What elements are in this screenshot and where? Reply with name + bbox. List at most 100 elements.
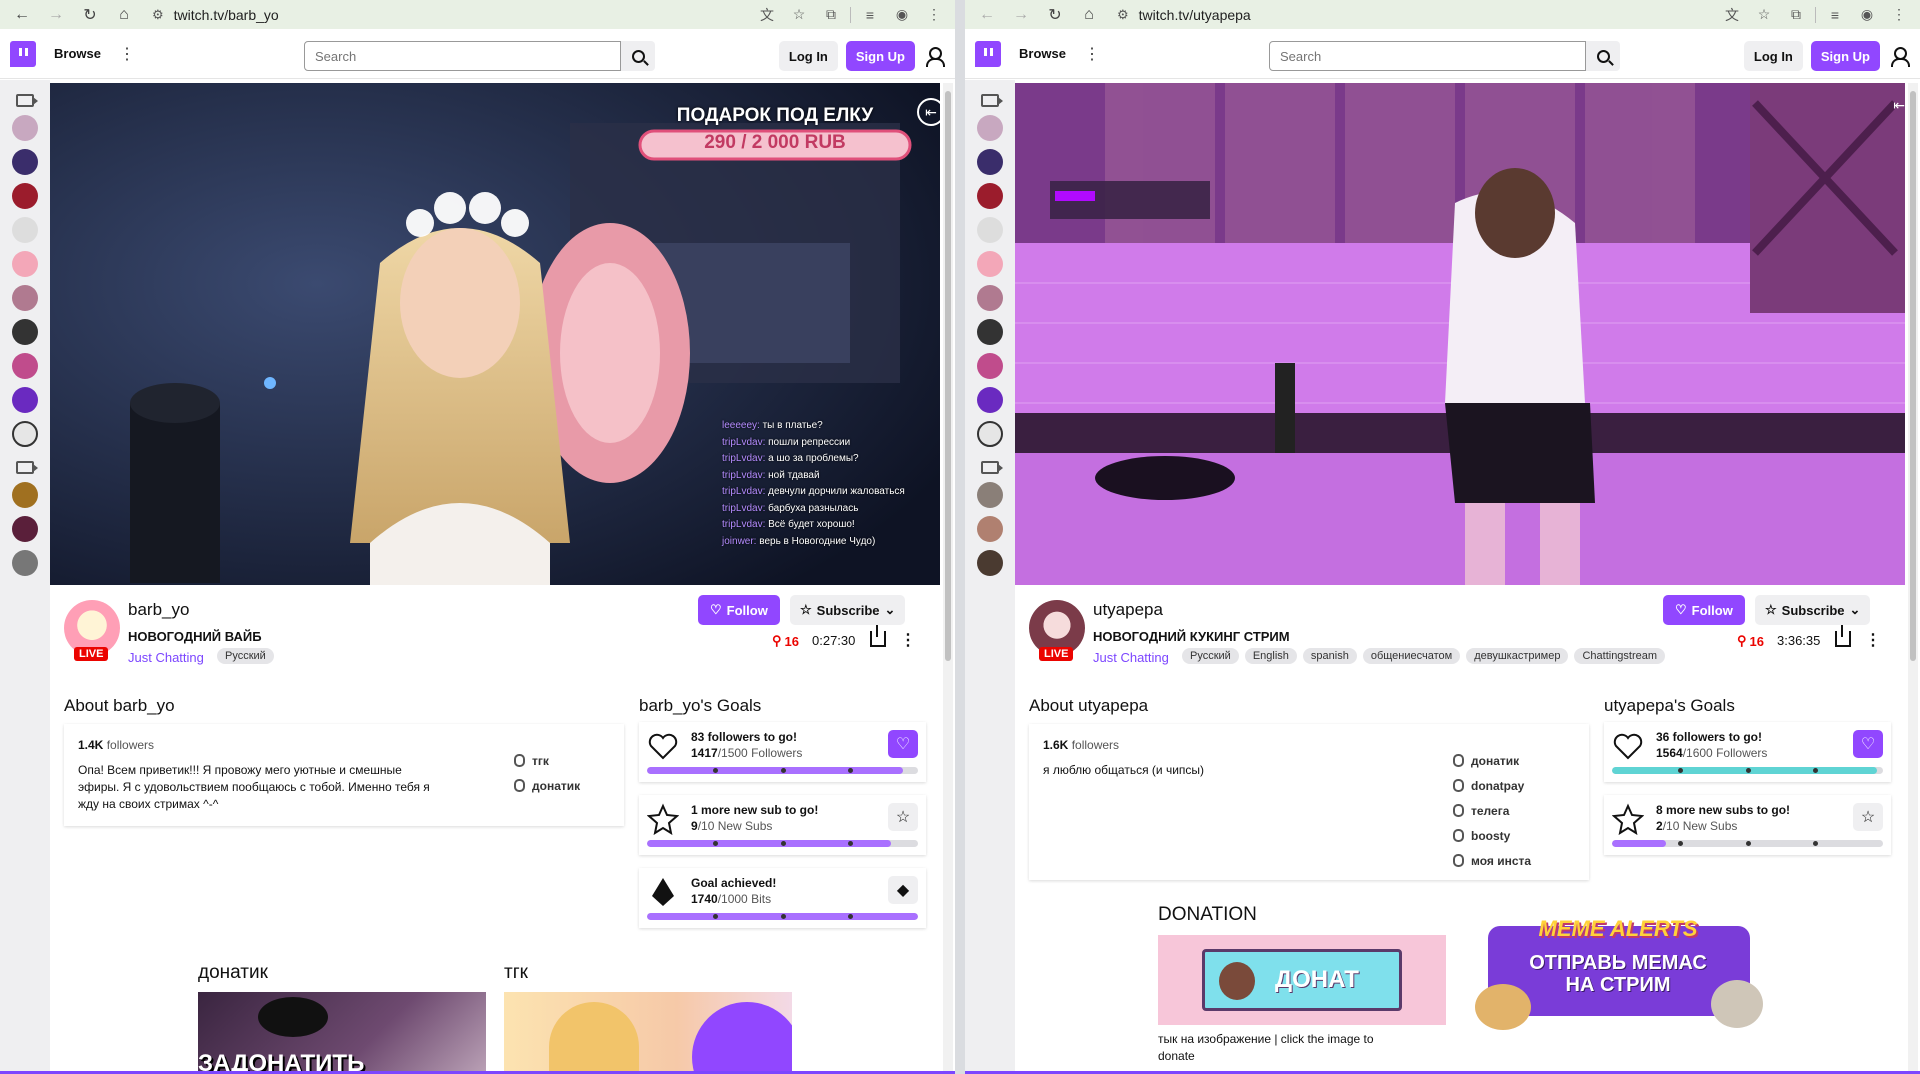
search-button[interactable] — [621, 41, 655, 71]
media-queue-icon[interactable]: ≡ — [857, 3, 883, 27]
rail-channel-avatar[interactable] — [977, 149, 1003, 175]
social-link[interactable]: моя инста — [1453, 848, 1531, 873]
rail-channel-avatar[interactable] — [977, 217, 1003, 243]
scrollbar-thumb[interactable] — [1910, 91, 1916, 661]
goal-follow-button[interactable]: ♡ — [888, 730, 918, 758]
rail-channel-avatar[interactable] — [977, 516, 1003, 542]
rail-channel-avatar[interactable] — [12, 115, 38, 141]
collapse-chat-icon[interactable]: ⇤ — [917, 98, 940, 126]
rail-channel-avatar[interactable] — [977, 387, 1003, 413]
scrollbar-thumb[interactable] — [945, 91, 951, 661]
rail-channel-avatar[interactable] — [977, 319, 1003, 345]
goal-cheer-button[interactable]: ◆ — [888, 876, 918, 904]
donate-panel-image[interactable]: ДОНАТ — [1158, 935, 1446, 1025]
twitch-logo-icon[interactable] — [10, 40, 36, 67]
followed-channels-icon[interactable] — [16, 94, 38, 107]
address-bar[interactable]: ⚙ twitch.tv/barb_yo — [144, 3, 748, 27]
social-link[interactable]: donatpay — [1453, 773, 1531, 798]
user-menu-icon[interactable] — [1888, 45, 1910, 67]
more-options-icon[interactable]: ⋮ — [900, 630, 916, 650]
category-link[interactable]: Just Chatting — [128, 650, 204, 665]
rail-channel-avatar[interactable] — [977, 115, 1003, 141]
more-menu-icon[interactable]: ⋮ — [119, 44, 135, 64]
page-scrollbar[interactable] — [943, 83, 953, 1071]
rail-channel-avatar[interactable] — [977, 550, 1003, 576]
bookmark-star-icon[interactable]: ☆ — [1751, 3, 1777, 27]
tag[interactable]: Chattingstream — [1574, 648, 1666, 664]
rail-channel-avatar[interactable] — [12, 550, 38, 576]
forward-icon[interactable]: → — [42, 3, 70, 27]
address-bar[interactable]: ⚙ twitch.tv/utyapepa — [1109, 3, 1713, 27]
channel-name[interactable]: utyapepa — [1093, 600, 1163, 620]
reload-icon[interactable]: ↻ — [76, 3, 104, 27]
share-icon[interactable] — [870, 625, 886, 647]
profile-icon[interactable]: ◉ — [1854, 3, 1880, 27]
rail-channel-avatar[interactable] — [977, 285, 1003, 311]
back-icon[interactable]: ← — [8, 3, 36, 27]
more-options-icon[interactable]: ⋮ — [1865, 630, 1881, 650]
social-link[interactable]: донатик — [514, 773, 580, 798]
rail-channel-avatar[interactable] — [12, 353, 38, 379]
user-menu-icon[interactable] — [923, 45, 945, 67]
chrome-menu-icon[interactable]: ⋮ — [921, 3, 947, 27]
rail-channel-avatar[interactable] — [12, 217, 38, 243]
rail-channel-avatar[interactable] — [12, 387, 38, 413]
followed-channels-icon[interactable] — [981, 94, 1003, 107]
browse-link[interactable]: Browse — [1019, 46, 1066, 61]
follow-button[interactable]: ♡ Follow — [698, 595, 780, 625]
translate-icon[interactable]: 文 — [754, 3, 780, 27]
channel-name[interactable]: barb_yo — [128, 600, 189, 620]
rail-channel-avatar[interactable] — [12, 421, 38, 447]
site-info-icon[interactable]: ⚙ — [1117, 7, 1129, 23]
search-input[interactable] — [1269, 41, 1586, 71]
translate-icon[interactable]: 文 — [1719, 3, 1745, 27]
profile-icon[interactable]: ◉ — [889, 3, 915, 27]
social-link[interactable]: телега — [1453, 798, 1531, 823]
bookmark-star-icon[interactable]: ☆ — [786, 3, 812, 27]
rail-channel-avatar[interactable] — [12, 183, 38, 209]
search-button[interactable] — [1586, 41, 1620, 71]
rail-channel-avatar[interactable] — [12, 482, 38, 508]
donate-panel-image[interactable]: ЗАДОНАТИТЬ — [198, 992, 486, 1071]
home-icon[interactable]: ⌂ — [110, 3, 138, 27]
tag[interactable]: общениесчатом — [1362, 648, 1461, 664]
social-link[interactable]: донатик — [1453, 748, 1531, 773]
social-link[interactable]: тгк — [514, 748, 580, 773]
login-button[interactable]: Log In — [778, 41, 838, 71]
login-button[interactable]: Log In — [1743, 41, 1803, 71]
chrome-menu-icon[interactable]: ⋮ — [1886, 3, 1912, 27]
follow-button[interactable]: ♡ Follow — [1663, 595, 1745, 625]
browse-link[interactable]: Browse — [54, 46, 101, 61]
extensions-icon[interactable]: ⧉ — [818, 3, 844, 27]
tag[interactable]: Русский — [217, 648, 274, 664]
site-info-icon[interactable]: ⚙ — [152, 7, 164, 23]
rail-channel-avatar[interactable] — [12, 251, 38, 277]
reload-icon[interactable]: ↻ — [1041, 3, 1069, 27]
rail-channel-avatar[interactable] — [12, 516, 38, 542]
recommended-channels-icon[interactable] — [981, 461, 1003, 474]
extensions-icon[interactable]: ⧉ — [1783, 3, 1809, 27]
tag[interactable]: English — [1244, 648, 1297, 664]
home-icon[interactable]: ⌂ — [1075, 3, 1103, 27]
rail-channel-avatar[interactable] — [12, 285, 38, 311]
media-queue-icon[interactable]: ≡ — [1822, 3, 1848, 27]
share-icon[interactable] — [1835, 625, 1851, 647]
video-player[interactable]: ПОДАРОК ПОД ЕЛКУ 290 / 2 000 RUB ⇤ leeee… — [50, 83, 940, 585]
category-link[interactable]: Just Chatting — [1093, 650, 1169, 665]
recommended-channels-icon[interactable] — [16, 461, 38, 474]
tag[interactable]: Русский — [1182, 648, 1239, 664]
search-input[interactable] — [304, 41, 621, 71]
video-player[interactable]: ⇤ — [1015, 83, 1905, 585]
tag[interactable]: spanish — [1302, 648, 1357, 664]
collapse-chat-icon[interactable]: ⇤ — [1893, 97, 1905, 114]
back-icon[interactable]: ← — [973, 3, 1001, 27]
rail-channel-avatar[interactable] — [977, 482, 1003, 508]
goal-subscribe-button[interactable]: ☆ — [888, 803, 918, 831]
social-link[interactable]: boosty — [1453, 823, 1531, 848]
twitch-logo-icon[interactable] — [975, 40, 1001, 67]
telegram-panel-image[interactable] — [504, 992, 792, 1071]
meme-alerts-panel-image[interactable]: MEME ALERTS ОТПРАВЬ МЕМАС НА СТРИМ — [1473, 912, 1763, 1034]
subscribe-button[interactable]: ☆ Subscribe ⌄ — [790, 595, 906, 625]
more-menu-icon[interactable]: ⋮ — [1084, 44, 1100, 64]
forward-icon[interactable]: → — [1007, 3, 1035, 27]
